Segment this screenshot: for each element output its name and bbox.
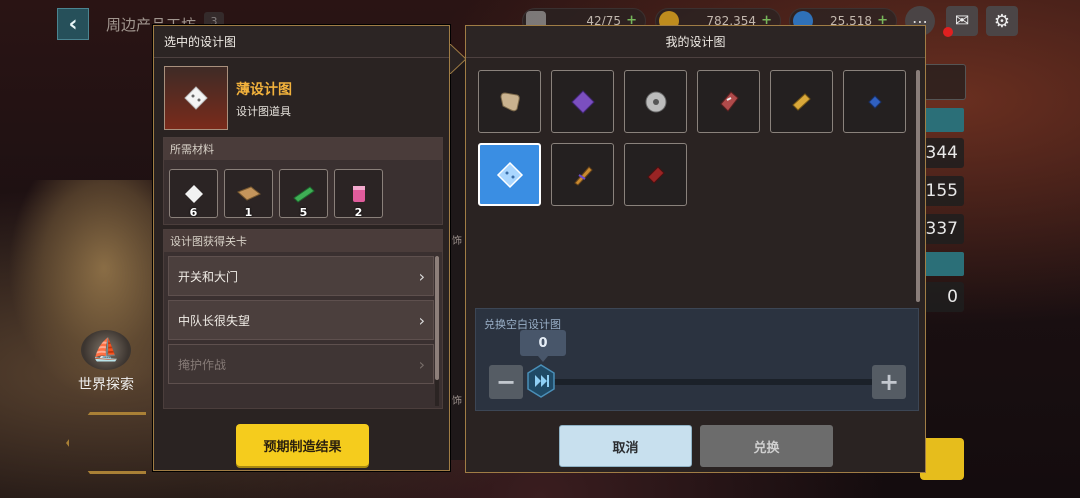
chevron-right-icon: › xyxy=(418,355,425,374)
blueprint-slot-selected[interactable] xyxy=(478,143,541,206)
selected-item-name: 薄设计图 xyxy=(236,82,292,98)
notification-dot xyxy=(943,27,953,37)
wood-plank-icon xyxy=(236,185,261,201)
scroll-icon xyxy=(499,91,520,111)
disc-icon xyxy=(645,91,666,112)
selected-item-type: 设计图道具 xyxy=(236,105,291,118)
exchange-button[interactable]: 兑换 xyxy=(700,425,833,467)
grid-scrollbar[interactable] xyxy=(916,70,920,302)
stages-scrollbar[interactable] xyxy=(435,256,439,380)
stage-item[interactable]: 中队长很失望 › xyxy=(168,300,434,340)
white-diamond-icon xyxy=(184,184,203,203)
background-side-panel: 344 155 337 0 xyxy=(924,62,968,362)
right-panel-header: 我的设计图 xyxy=(466,26,925,58)
ship-icon: ⛵ xyxy=(81,330,131,370)
stage-item-locked: 掩护作战 › xyxy=(168,344,434,384)
mail-icon: ✉ xyxy=(954,11,970,31)
blueprint-grid xyxy=(476,68,918,304)
blue-chip-icon xyxy=(867,94,882,109)
plus-icon: + xyxy=(878,368,900,396)
cancel-button[interactable]: 取消 xyxy=(559,425,692,467)
increase-button[interactable]: + xyxy=(872,365,906,399)
green-cloth-icon xyxy=(292,185,315,203)
material-slot[interactable]: 2 xyxy=(334,169,383,219)
background-yellow-button xyxy=(920,438,964,480)
left-panel-header: 选中的设计图 xyxy=(154,26,449,58)
preview-result-button[interactable]: 预期制造结果 xyxy=(236,424,369,466)
blueprint-slot[interactable] xyxy=(770,70,833,133)
purple-gem-icon xyxy=(570,89,595,114)
feather-icon xyxy=(573,165,593,186)
chevron-right-icon: › xyxy=(418,311,425,330)
blueprint-slot[interactable] xyxy=(624,143,687,206)
pink-paint-icon xyxy=(352,185,365,202)
gear-icon: ⚙ xyxy=(993,10,1011,32)
card-icon xyxy=(719,90,739,112)
slider-handle[interactable] xyxy=(526,364,556,398)
quantity-display: 0 xyxy=(520,330,566,362)
stage-item[interactable]: 开关和大门 › xyxy=(168,256,434,296)
settings-button[interactable]: ⚙ xyxy=(986,6,1018,36)
blueprint-slot[interactable] xyxy=(697,70,760,133)
materials-section: 所需材料 6 1 5 2 xyxy=(163,137,443,225)
decrease-button[interactable]: − xyxy=(489,365,523,399)
exchange-blank-blueprint: 兑换空白设计图 0 − + xyxy=(475,308,919,411)
back-arrow-icon: ‹ xyxy=(68,11,78,37)
my-blueprints-panel: 我的设计图 兑换空白设计图 0 − + 取消 兑换 xyxy=(465,25,926,473)
blueprint-slot[interactable] xyxy=(478,70,541,133)
yellow-tag-icon xyxy=(791,92,811,111)
world-explore-button[interactable]: ⛵ 世界探索 xyxy=(66,330,146,394)
red-box-icon xyxy=(646,165,665,184)
material-slot[interactable]: 5 xyxy=(279,169,328,219)
blueprint-slot[interactable] xyxy=(551,70,614,133)
blueprint-slot[interactable] xyxy=(843,70,906,133)
material-slot[interactable]: 1 xyxy=(224,169,273,219)
back-button[interactable]: ‹ xyxy=(57,8,89,40)
stages-section: 设计图获得关卡 开关和大门 › 中队长很失望 › 掩护作战 › xyxy=(163,229,443,409)
blueprint-slot[interactable] xyxy=(624,70,687,133)
minus-icon: − xyxy=(495,368,517,396)
blueprint-slot[interactable] xyxy=(551,143,614,206)
materials-title: 所需材料 xyxy=(164,138,442,160)
blue-diamond-icon xyxy=(496,161,523,188)
quantity-slider[interactable] xyxy=(532,379,874,385)
selected-item-icon xyxy=(164,66,228,130)
chevron-right-icon: › xyxy=(418,267,425,286)
material-slot[interactable]: 6 xyxy=(169,169,218,219)
white-diamond-icon xyxy=(184,86,208,110)
stages-title: 设计图获得关卡 xyxy=(164,230,442,252)
selected-blueprint-panel: 选中的设计图 薄设计图 设计图道具 所需材料 6 1 5 2 设计图获得关卡 开… xyxy=(153,25,450,471)
